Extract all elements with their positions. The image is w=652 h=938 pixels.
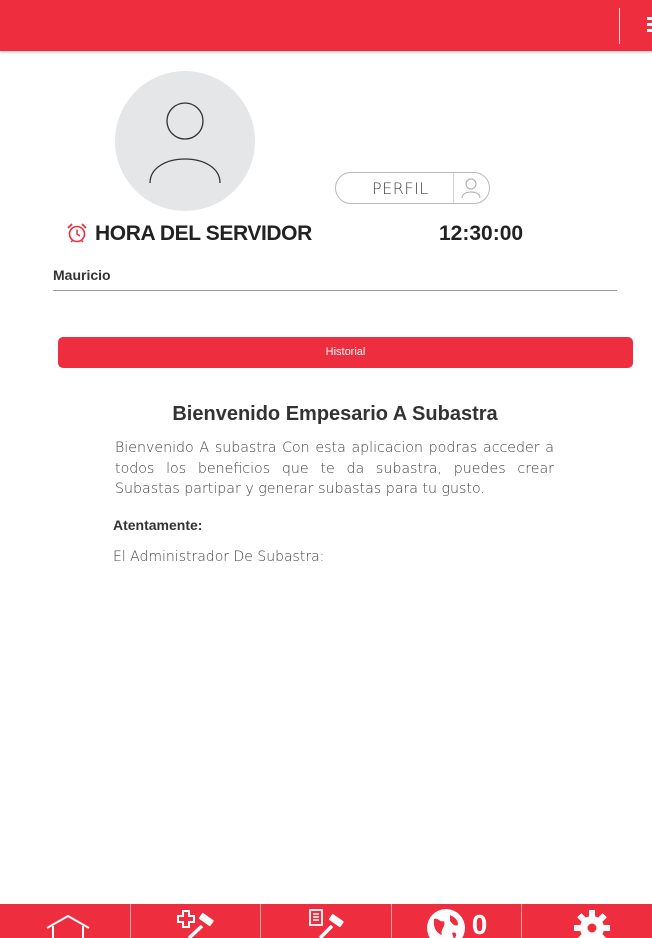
avatar bbox=[115, 71, 255, 211]
home-icon bbox=[46, 914, 90, 938]
top-bar bbox=[0, 0, 652, 51]
historial-button[interactable]: Historial bbox=[58, 337, 633, 368]
username: Mauricio bbox=[53, 267, 111, 283]
bottom-nav: 0 bbox=[0, 904, 652, 938]
globe-icon bbox=[426, 909, 465, 938]
add-auction-icon bbox=[176, 910, 214, 938]
server-time-label: HORA DEL SERVIDOR bbox=[95, 222, 312, 245]
signature-heading: Atentamente: bbox=[113, 517, 203, 533]
perfil-divider bbox=[453, 173, 454, 203]
globe-count: 0 bbox=[471, 909, 488, 938]
hamburger-menu-icon[interactable] bbox=[644, 15, 652, 35]
top-bar-divider bbox=[619, 8, 620, 44]
nav-home[interactable] bbox=[0, 904, 131, 938]
nav-globe[interactable]: 0 bbox=[392, 904, 523, 938]
user-placeholder-icon bbox=[149, 102, 221, 184]
user-outline-icon bbox=[461, 178, 481, 199]
welcome-body: Bienvenido A subastra Con esta aplicacio… bbox=[115, 440, 554, 497]
perfil-button[interactable]: PERFIL bbox=[335, 172, 490, 204]
alarm-clock-icon bbox=[67, 223, 87, 243]
perfil-label: PERFIL bbox=[372, 179, 429, 198]
nav-auction-list[interactable] bbox=[261, 904, 392, 938]
welcome-title: Bienvenido Empesario A Subastra bbox=[172, 403, 498, 425]
server-time-value: 12:30:00 bbox=[439, 222, 524, 245]
auction-list-icon bbox=[309, 909, 344, 938]
gear-icon bbox=[574, 910, 611, 938]
signature-name: El Administrador De Subastra: bbox=[113, 549, 325, 565]
nav-add-auction[interactable] bbox=[131, 904, 262, 938]
nav-settings[interactable] bbox=[522, 904, 652, 938]
username-underline bbox=[53, 290, 617, 291]
